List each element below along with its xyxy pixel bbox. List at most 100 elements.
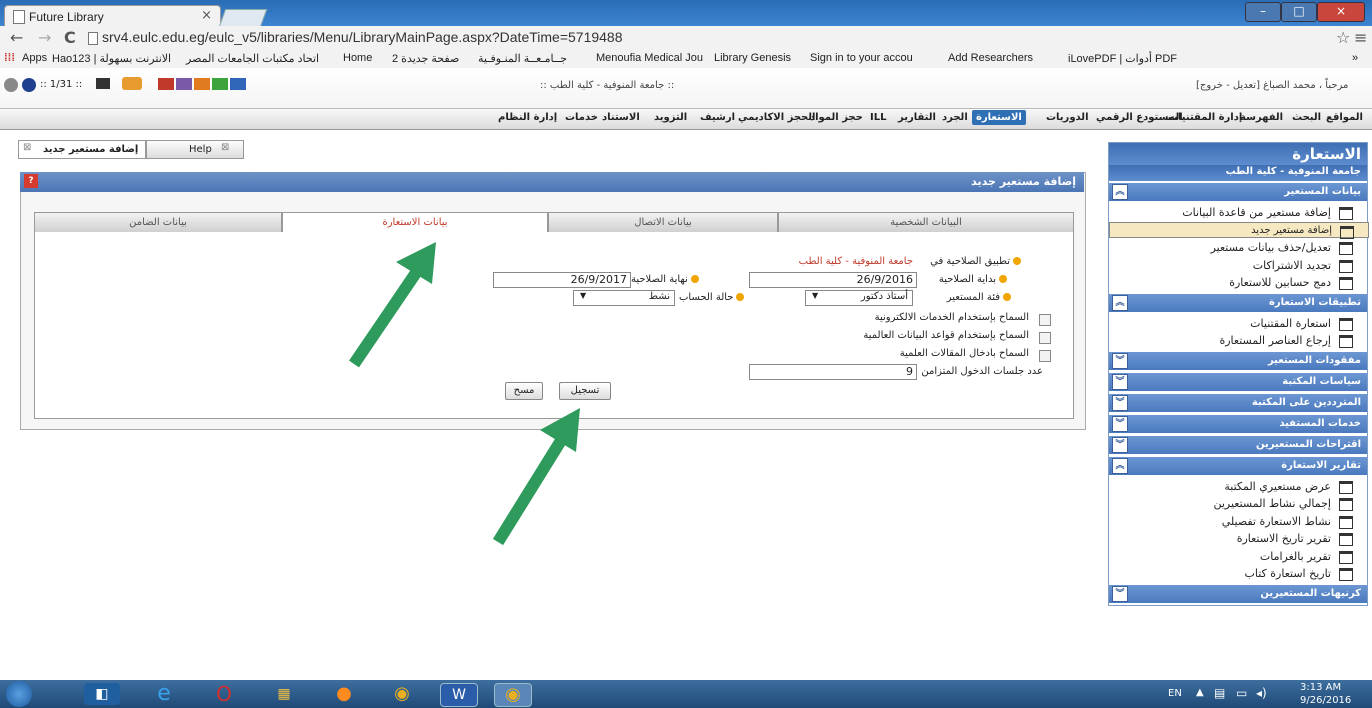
maximize-button[interactable]: □ bbox=[1281, 2, 1317, 22]
tab-close-icon[interactable]: × bbox=[201, 8, 212, 23]
reload-button[interactable]: C bbox=[64, 28, 76, 47]
close-window-button[interactable]: × bbox=[1317, 2, 1365, 22]
chevron-up-icon[interactable]: ︽ bbox=[1112, 294, 1128, 311]
start-button[interactable] bbox=[6, 681, 32, 707]
sidebar-item[interactable]: نشاط الاستعارة تفصيلي bbox=[1109, 513, 1367, 530]
menu-periodicals[interactable]: الدوريات bbox=[1046, 112, 1089, 123]
chevron-down-icon[interactable]: ︾ bbox=[1112, 436, 1128, 453]
chevron-down-icon[interactable]: ︾ bbox=[1112, 373, 1128, 390]
menu-authority[interactable]: الاستناد bbox=[602, 112, 640, 123]
menu-ill[interactable]: ILL bbox=[870, 112, 886, 123]
bookmark-apps[interactable]: Apps bbox=[22, 52, 47, 64]
back-button[interactable]: ← bbox=[10, 28, 23, 47]
tab-personal-data[interactable]: البيانات الشخصية bbox=[778, 212, 1074, 233]
end-date-input[interactable]: 26/9/2017 bbox=[493, 272, 631, 288]
sidebar-section[interactable]: ︽ بيانات المستعير bbox=[1109, 183, 1367, 201]
sidebar-item[interactable]: إرجاع العناصر المستعارة bbox=[1109, 332, 1367, 349]
taskbar-app-icon[interactable]: ◧ bbox=[84, 683, 120, 705]
start-date-input[interactable]: 26/9/2016 bbox=[749, 272, 917, 288]
chevron-down-icon[interactable]: ︾ bbox=[1112, 415, 1128, 432]
bookmark-home[interactable]: Home bbox=[343, 52, 372, 64]
sidebar-item[interactable]: دمج حسابين للاستعارة bbox=[1109, 274, 1367, 291]
menu-circulation[interactable]: الاستعارة bbox=[972, 110, 1026, 125]
taskbar-chrome-active-icon[interactable]: ◉ bbox=[494, 683, 532, 707]
sidebar-section[interactable]: ︾ كرنيهات المستعيرين bbox=[1109, 584, 1367, 603]
menu-archive[interactable]: ارشيف bbox=[700, 112, 735, 123]
tab-contact-data[interactable]: بيانات الاتصال bbox=[548, 212, 778, 233]
minimize-button[interactable]: – bbox=[1245, 2, 1281, 22]
sidebar-item[interactable]: تقرير بالغرامات bbox=[1109, 548, 1367, 565]
close-icon[interactable]: ⊠ bbox=[23, 142, 31, 153]
sidebar-section[interactable]: ︾ سياسات المكتبة bbox=[1109, 372, 1367, 391]
status-select[interactable]: نشط ▼ bbox=[573, 290, 675, 306]
language-indicator[interactable]: EN bbox=[1168, 688, 1182, 699]
allow-articles-checkbox[interactable] bbox=[1039, 350, 1051, 362]
tray-expand-icon[interactable]: ▲ bbox=[1196, 687, 1204, 698]
sessions-input[interactable]: 9 bbox=[749, 364, 917, 380]
bookmark-new-page[interactable]: صفحة جديدة 2 bbox=[392, 52, 459, 65]
bookmark-medical-journal[interactable]: Menoufia Medical Jou bbox=[596, 52, 703, 64]
new-tab-button[interactable] bbox=[218, 9, 268, 27]
bookmarks-overflow-icon[interactable]: » bbox=[1352, 52, 1358, 64]
browser-tab[interactable]: Future Library × bbox=[4, 5, 221, 27]
menu-services[interactable]: خدمات bbox=[565, 112, 598, 123]
sidebar-item[interactable]: إضافة مستعير من قاعدة البيانات bbox=[1109, 204, 1367, 221]
bookmark-ilovepdf[interactable]: iLovePDF | أدوات PDF bbox=[1068, 52, 1177, 65]
taskbar-ie-icon[interactable]: e bbox=[146, 683, 182, 705]
url-field[interactable]: srv4.eulc.edu.eg/eulc_v5/libraries/Menu/… bbox=[102, 29, 623, 45]
chevron-up-icon[interactable]: ︽ bbox=[1112, 184, 1128, 200]
doc-tab-help[interactable]: Help ⊠ bbox=[146, 140, 244, 159]
chevron-down-icon[interactable]: ︾ bbox=[1112, 352, 1128, 369]
allow-eservices-checkbox[interactable] bbox=[1039, 314, 1051, 326]
sidebar-item[interactable]: تعديل/حذف بيانات مستعير bbox=[1109, 239, 1367, 256]
network-icon[interactable]: ▤ bbox=[1214, 686, 1225, 700]
menu-sites[interactable]: المواقع bbox=[1326, 112, 1363, 123]
display-icon[interactable]: ▭ bbox=[1236, 686, 1247, 700]
taskbar-folder-icon[interactable]: ▦ bbox=[266, 683, 302, 705]
doc-tab-add-borrower[interactable]: إضافة مستعير جديد ⊠ bbox=[18, 140, 146, 159]
clear-button[interactable]: مسح bbox=[505, 382, 543, 400]
sidebar-item[interactable]: عرض مستعيري المكتبة bbox=[1109, 478, 1367, 495]
tab-guarantor-data[interactable]: بيانات الضامن bbox=[34, 212, 282, 233]
sidebar-item[interactable]: تاريخ استعارة كتاب bbox=[1109, 565, 1367, 582]
bookmark-star-icon[interactable]: ☆ bbox=[1336, 28, 1350, 47]
sidebar-section[interactable]: ︽ تقارير الاستعارة bbox=[1109, 456, 1367, 475]
user-greeting[interactable]: مرحباً ، محمد الصباغ [تعديل - خروج] bbox=[1196, 80, 1348, 91]
color-swatch-purple[interactable] bbox=[176, 78, 192, 90]
color-swatch-red[interactable] bbox=[158, 78, 174, 90]
menu-academic-booking[interactable]: الحجز الاكاديمي bbox=[738, 112, 815, 123]
color-swatch-green[interactable] bbox=[212, 78, 228, 90]
category-select[interactable]: أستاذ دكتور ▼ bbox=[805, 290, 913, 306]
bookmark-library-genesis[interactable]: Library Genesis bbox=[714, 52, 791, 64]
chevron-down-icon[interactable]: ︾ bbox=[1112, 394, 1128, 411]
help-icon[interactable]: ? bbox=[24, 174, 38, 188]
sidebar-section[interactable]: ︾ خدمات المستفيد bbox=[1109, 414, 1367, 433]
menu-material-booking[interactable]: حجز المواد bbox=[810, 112, 863, 123]
bookmark-add-researchers[interactable]: Add Researchers bbox=[948, 52, 1033, 64]
taskbar-opera-icon[interactable]: O bbox=[206, 683, 242, 705]
sidebar-item[interactable]: إضافة مستعير جديد bbox=[1109, 221, 1369, 239]
color-swatch-blue[interactable] bbox=[230, 78, 246, 90]
sidebar-section[interactable]: ︾ اقتراحات المستعيرين bbox=[1109, 435, 1367, 454]
sidebar-item[interactable]: استعارة المقتنيات bbox=[1109, 315, 1367, 332]
menu-cataloging[interactable]: الفهرسة bbox=[1240, 112, 1283, 123]
bookmark-menoufia[interactable]: جــامـعــة المنـوفـية bbox=[478, 52, 567, 65]
menu-inventory[interactable]: الجرد bbox=[942, 112, 968, 123]
volume-icon[interactable]: ◂) bbox=[1256, 686, 1267, 700]
language-flag-icon[interactable] bbox=[22, 78, 36, 92]
sidebar-section[interactable]: ︾ مفقودات المستعير bbox=[1109, 351, 1367, 370]
menu-acquisitions[interactable]: التزويد bbox=[654, 112, 687, 123]
sidebar-item[interactable]: تقرير تاريخ الاستعارة bbox=[1109, 530, 1367, 547]
browser-menu-icon[interactable]: ≡ bbox=[1354, 28, 1367, 47]
sidebar-section[interactable]: ︽ تطبيقات الاستعارة bbox=[1109, 293, 1367, 312]
menu-search[interactable]: البحث bbox=[1292, 112, 1321, 123]
sidebar-item[interactable]: تجديد الاشتراكات bbox=[1109, 257, 1367, 274]
taskbar-firefox-icon[interactable]: ● bbox=[326, 683, 362, 705]
menu-system-admin[interactable]: إدارة النظام bbox=[498, 112, 557, 123]
forward-button[interactable]: → bbox=[38, 28, 51, 47]
refresh-globe-icon[interactable] bbox=[4, 78, 18, 92]
menu-reports[interactable]: التقارير bbox=[898, 112, 936, 123]
menu-digital-repository[interactable]: المستودع الرقمي bbox=[1096, 112, 1183, 123]
sidebar-item[interactable]: إجمالي نشاط المستعيرين bbox=[1109, 495, 1367, 512]
chevron-up-icon[interactable]: ︽ bbox=[1112, 457, 1128, 474]
